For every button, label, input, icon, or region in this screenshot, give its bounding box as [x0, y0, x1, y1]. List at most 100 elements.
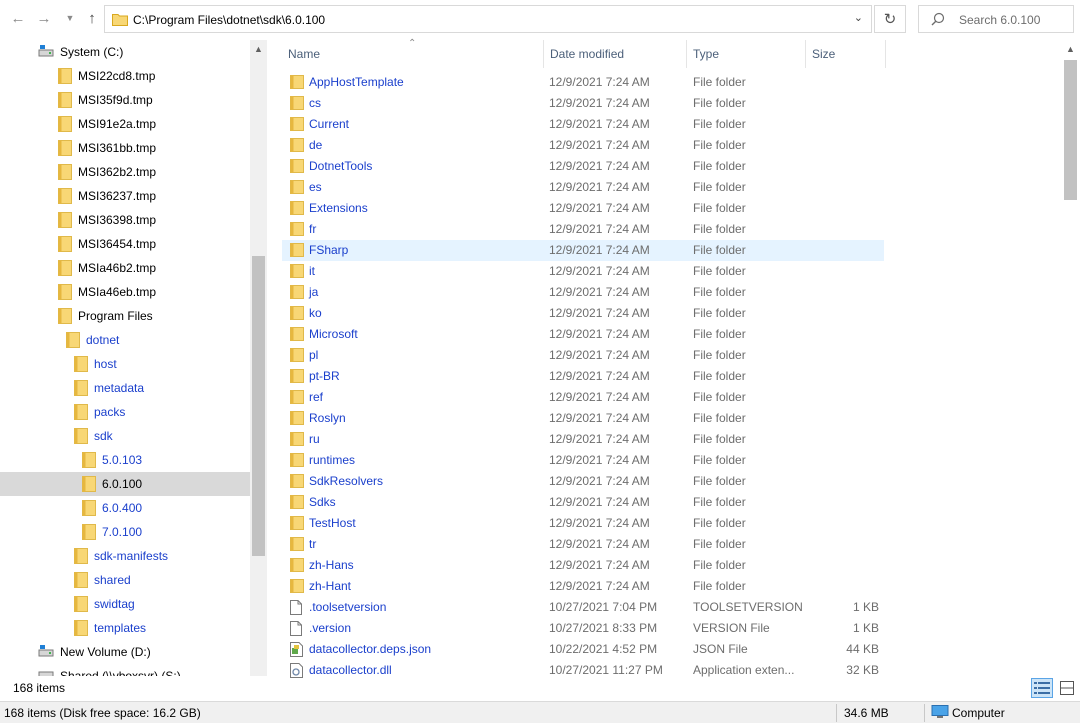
folder-icon [290, 285, 304, 302]
file-row[interactable]: Roslyn 12/9/2021 7:24 AM File folder [282, 408, 884, 429]
file-row[interactable]: ru 12/9/2021 7:24 AM File folder [282, 429, 884, 450]
file-date-modified: 12/9/2021 7:24 AM [549, 558, 650, 572]
file-row[interactable]: cs 12/9/2021 7:24 AM File folder [282, 93, 884, 114]
folder-icon [74, 380, 88, 399]
folder-icon [58, 68, 72, 87]
nav-item-label: 7.0.100 [102, 525, 143, 539]
folder-icon [290, 117, 304, 134]
file-row[interactable]: pt-BR 12/9/2021 7:24 AM File folder [282, 366, 884, 387]
address-path[interactable]: C:\Program Files\dotnet\sdk\6.0.100 [133, 13, 325, 27]
file-row[interactable]: Sdks 12/9/2021 7:24 AM File folder [282, 492, 884, 513]
nav-item[interactable]: MSI91e2a.tmp [0, 112, 250, 136]
nav-item[interactable]: New Volume (D:) [0, 640, 250, 664]
folder-icon [58, 260, 72, 279]
nav-item[interactable]: 7.0.100 [0, 520, 250, 544]
details-view-button[interactable] [1031, 678, 1053, 698]
file-row[interactable]: Extensions 12/9/2021 7:24 AM File folder [282, 198, 884, 219]
nav-item-label: sdk [94, 429, 113, 443]
nav-item[interactable]: packs [0, 400, 250, 424]
column-size[interactable]: Size [806, 40, 886, 68]
column-type[interactable]: Type [687, 40, 806, 68]
file-name: de [309, 138, 323, 152]
search-box[interactable]: Search 6.0.100 [918, 5, 1074, 33]
scroll-up-arrow-icon[interactable]: ▲ [1066, 44, 1075, 54]
nav-item[interactable]: shared [0, 568, 250, 592]
file-size: 32 KB [846, 663, 879, 677]
up-arrow-icon[interactable]: ↑ [82, 8, 102, 28]
refresh-button[interactable]: ↻ [874, 5, 906, 33]
nav-item[interactable]: MSI22cd8.tmp [0, 64, 250, 88]
file-row[interactable]: ja 12/9/2021 7:24 AM File folder [282, 282, 884, 303]
nav-item[interactable]: sdk-manifests [0, 544, 250, 568]
nav-item[interactable]: swidtag [0, 592, 250, 616]
file-row[interactable]: ref 12/9/2021 7:24 AM File folder [282, 387, 884, 408]
file-row[interactable]: AppHostTemplate 12/9/2021 7:24 AM File fol… [282, 72, 884, 93]
folder-icon [290, 432, 304, 449]
file-row[interactable]: .version 10/27/2021 8:33 PM VERSION File 1 … [282, 618, 884, 639]
nav-item[interactable]: dotnet [0, 328, 250, 352]
folder-icon [290, 138, 304, 155]
file-row[interactable]: runtimes 12/9/2021 7:24 AM File folder [282, 450, 884, 471]
scroll-up-arrow-icon[interactable]: ▲ [254, 44, 263, 54]
navigation-scrollbar[interactable]: ▲ [250, 40, 267, 676]
file-row[interactable]: datacollector.dll 10/27/2021 11:27 PM Appl… [282, 660, 884, 678]
file-list-scrollbar[interactable]: ▲ [1062, 40, 1079, 676]
nav-item[interactable]: metadata [0, 376, 250, 400]
column-name[interactable]: Name ⌃ [282, 38, 544, 68]
nav-item-label: MSIa46eb.tmp [78, 285, 157, 299]
file-row[interactable]: de 12/9/2021 7:24 AM File folder [282, 135, 884, 156]
nav-item[interactable]: MSI362b2.tmp [0, 160, 250, 184]
folder-icon [290, 579, 304, 596]
address-dropdown-chevron-icon[interactable]: ⌄ [854, 11, 863, 24]
back-arrow-icon[interactable]: ← [8, 8, 28, 28]
file-list-scrollbar-thumb[interactable] [1064, 60, 1077, 200]
file-row[interactable]: datacollector.deps.json 10/22/2021 4:52 P… [282, 639, 884, 660]
file-row[interactable]: FSharp 12/9/2021 7:24 AM File folder [282, 240, 884, 261]
file-row[interactable]: Microsoft 12/9/2021 7:24 AM File folder [282, 324, 884, 345]
nav-item[interactable]: MSI361bb.tmp [0, 136, 250, 160]
file-date-modified: 10/27/2021 8:33 PM [549, 621, 658, 635]
file-type: File folder [693, 453, 746, 467]
nav-item[interactable]: 6.0.100 [0, 472, 250, 496]
nav-item[interactable]: Program Files [0, 304, 250, 328]
network-drive-icon [38, 668, 54, 676]
navigation-scrollbar-thumb[interactable] [252, 256, 265, 556]
column-date-modified[interactable]: Date modified [544, 40, 687, 68]
file-row[interactable]: it 12/9/2021 7:24 AM File folder [282, 261, 884, 282]
folder-icon [290, 453, 304, 470]
nav-item[interactable]: host [0, 352, 250, 376]
file-row[interactable]: zh-Hant 12/9/2021 7:24 AM File folder [282, 576, 884, 597]
nav-item[interactable]: templates [0, 616, 250, 640]
file-size: 1 KB [852, 621, 879, 635]
nav-item[interactable]: MSI36398.tmp [0, 208, 250, 232]
nav-item[interactable]: sdk [0, 424, 250, 448]
file-row[interactable]: fr 12/9/2021 7:24 AM File folder [282, 219, 884, 240]
nav-item[interactable]: Shared (\\vboxsvr) (S:) [0, 664, 250, 676]
nav-item[interactable]: MSIa46b2.tmp [0, 256, 250, 280]
file-row[interactable]: tr 12/9/2021 7:24 AM File folder [282, 534, 884, 555]
nav-item[interactable]: MSIa46eb.tmp [0, 280, 250, 304]
file-row[interactable]: TestHost 12/9/2021 7:24 AM File folder [282, 513, 884, 534]
folder-icon [74, 428, 88, 447]
nav-item[interactable]: System (C:) [0, 40, 250, 64]
file-row[interactable]: zh-Hans 12/9/2021 7:24 AM File folder [282, 555, 884, 576]
file-row[interactable]: Current 12/9/2021 7:24 AM File folder [282, 114, 884, 135]
address-bar[interactable]: C:\Program Files\dotnet\sdk\6.0.100 ⌄ [104, 5, 872, 33]
nav-item-label: System (C:) [60, 45, 124, 59]
nav-item[interactable]: MSI36454.tmp [0, 232, 250, 256]
forward-arrow-icon[interactable]: → [34, 8, 54, 28]
file-row[interactable]: es 12/9/2021 7:24 AM File folder [282, 177, 884, 198]
large-icons-view-button[interactable] [1056, 678, 1078, 698]
nav-item[interactable]: MSI35f9d.tmp [0, 88, 250, 112]
nav-item[interactable]: 5.0.103 [0, 448, 250, 472]
recent-locations-chevron-icon[interactable]: ▼ [60, 8, 80, 28]
nav-item-label: MSIa46b2.tmp [78, 261, 157, 275]
file-row[interactable]: SdkResolvers 12/9/2021 7:24 AM File folder [282, 471, 884, 492]
file-row[interactable]: .toolsetversion 10/27/2021 7:04 PM TOOLSET… [282, 597, 884, 618]
nav-item[interactable]: 6.0.400 [0, 496, 250, 520]
file-row[interactable]: DotnetTools 12/9/2021 7:24 AM File folder [282, 156, 884, 177]
file-row[interactable]: ko 12/9/2021 7:24 AM File folder [282, 303, 884, 324]
search-input[interactable]: Search 6.0.100 [959, 13, 1040, 27]
nav-item[interactable]: MSI36237.tmp [0, 184, 250, 208]
file-row[interactable]: pl 12/9/2021 7:24 AM File folder [282, 345, 884, 366]
